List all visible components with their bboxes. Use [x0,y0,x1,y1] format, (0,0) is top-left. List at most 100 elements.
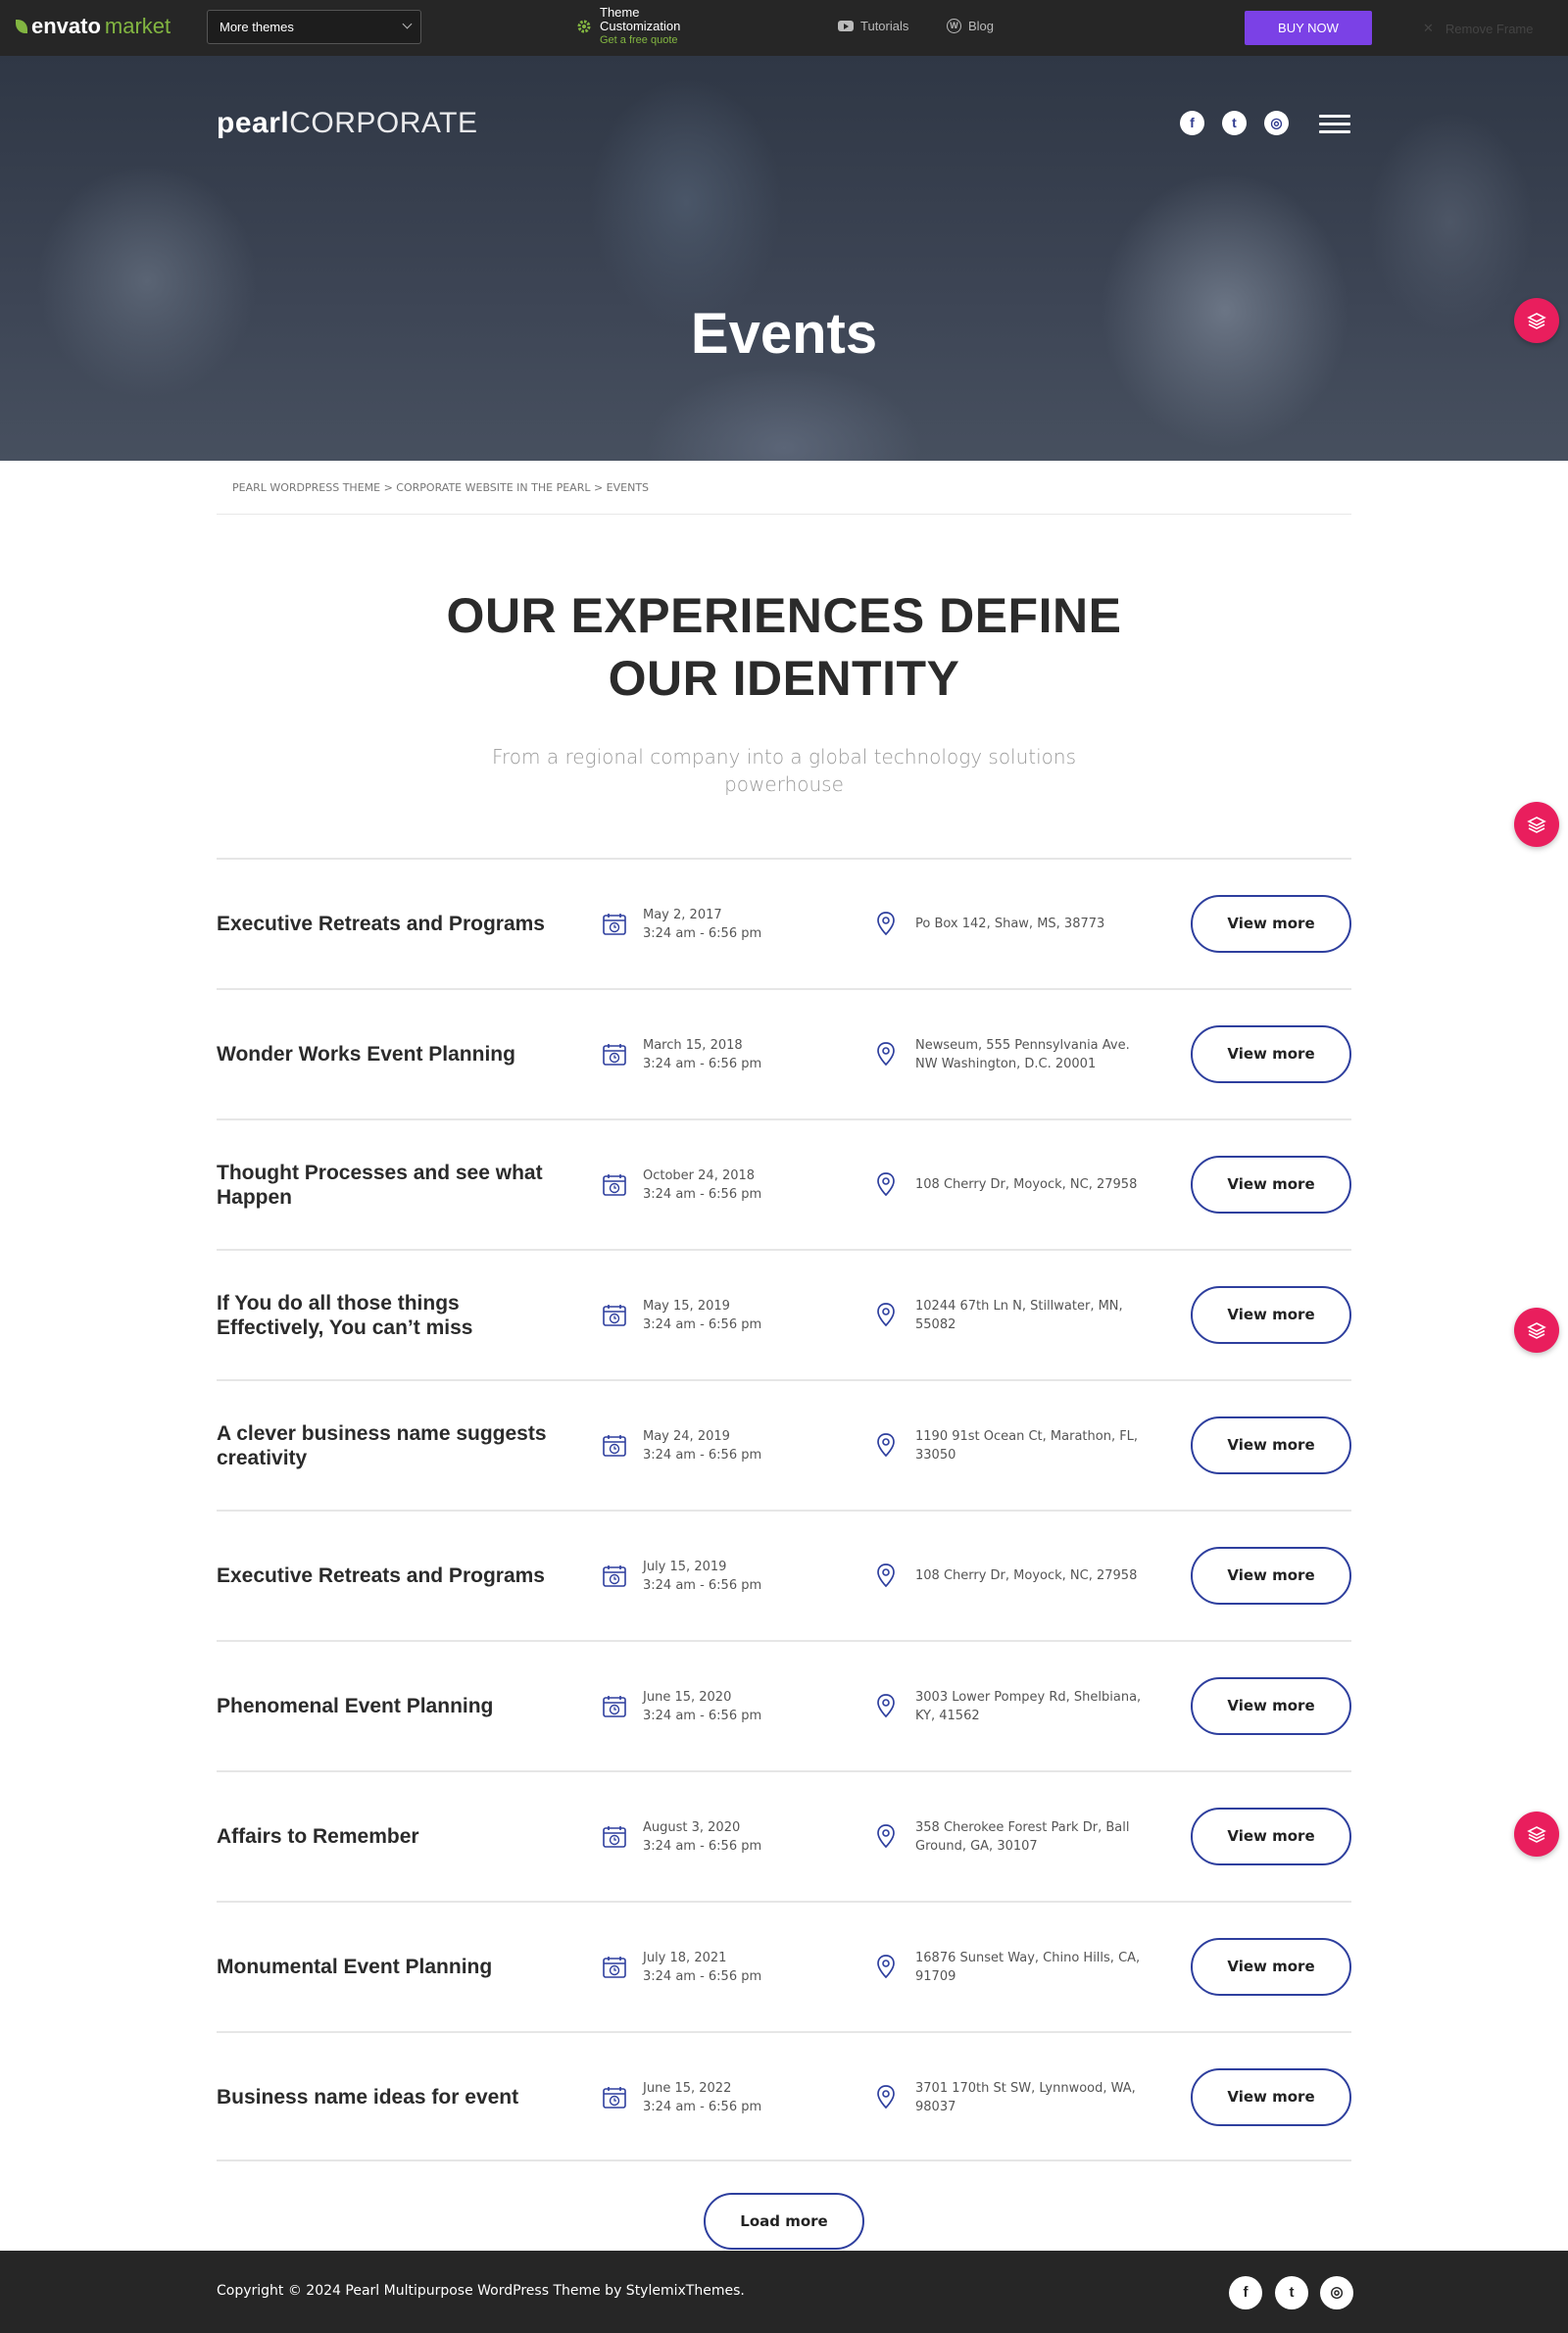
event-date: May 15, 2019 [643,1298,730,1314]
event-title[interactable]: Executive Retreats and Programs [217,860,569,988]
event-time: 3:24 am - 6:56 pm [643,1447,762,1463]
layers-icon [1527,1322,1546,1339]
hero-banner: pearlCORPORATE f t ◎ Events [0,56,1568,461]
more-themes-select[interactable]: More themes [207,10,421,44]
facebook-icon[interactable]: f [1229,2276,1262,2309]
event-datetime: March 15, 2018 3:24 am - 6:56 pm [643,990,868,1118]
copyright-text: Copyright © 2024 Pearl Multipurpose Word… [217,2283,745,2299]
tutorials-link[interactable]: Tutorials [838,19,908,33]
events-list: Executive Retreats and Programs May 2, 2… [217,858,1351,2161]
twitter-icon[interactable]: t [1275,2276,1308,2309]
remove-frame-label: Remove Frame [1445,21,1534,36]
menu-icon[interactable] [1319,115,1350,134]
breadcrumb-divider [217,514,1351,515]
view-more-button[interactable]: View more [1191,1025,1351,1083]
envato-logo-market: market [104,14,172,38]
event-location: 16876 Sunset Way, Chino Hills, CA, 91709 [915,1950,1141,1984]
facebook-icon[interactable]: f [1180,111,1204,135]
event-location: Newseum, 555 Pennsylvania Ave. NW Washin… [915,1037,1130,1071]
event-date: June 15, 2020 [643,1689,732,1705]
event-location: 358 Cherokee Forest Park Dr, Ball Ground… [915,1819,1130,1854]
event-title[interactable]: Phenomenal Event Planning [217,1642,569,1770]
event-time: 3:24 am - 6:56 pm [643,1186,762,1202]
buy-now-button[interactable]: BUY NOW [1245,11,1372,45]
chevron-down-icon [402,19,413,29]
event-datetime: July 18, 2021 3:24 am - 6:56 pm [643,1903,868,2031]
event-row: If You do all those things Effectively, … [217,1249,1351,1379]
map-pin-icon [877,912,895,936]
calendar-clock-icon [603,914,626,935]
map-pin-icon [877,1172,895,1197]
event-time: 3:24 am - 6:56 pm [643,1056,762,1071]
breadcrumb[interactable]: PEARL WORDPRESS THEME > CORPORATE WEBSIT… [232,481,649,494]
event-time: 3:24 am - 6:56 pm [643,925,762,941]
layers-icon [1527,817,1546,833]
calendar-clock-icon [603,1435,626,1457]
map-pin-icon [877,2085,895,2110]
event-location: 108 Cherry Dr, Moyock, NC, 27958 [915,1177,1138,1192]
map-pin-icon [877,1694,895,1718]
theme-customization-label: Theme Customization [600,5,681,33]
event-time: 3:24 am - 6:56 pm [643,1838,762,1854]
calendar-clock-icon [603,1565,626,1587]
twitter-icon[interactable]: t [1222,111,1247,135]
side-widget-2[interactable] [1514,802,1559,847]
leaf-icon [16,20,27,33]
view-more-button[interactable]: View more [1191,1286,1351,1344]
view-more-button[interactable]: View more [1191,1677,1351,1735]
event-title[interactable]: A clever business name suggests creativi… [217,1381,569,1510]
calendar-clock-icon [603,1696,626,1717]
view-more-button[interactable]: View more [1191,2068,1351,2126]
instagram-icon[interactable]: ◎ [1320,2276,1353,2309]
view-more-button[interactable]: View more [1191,1156,1351,1214]
event-datetime: August 3, 2020 3:24 am - 6:56 pm [643,1772,868,1901]
view-more-button[interactable]: View more [1191,895,1351,953]
event-datetime: October 24, 2018 3:24 am - 6:56 pm [643,1120,868,1249]
event-title[interactable]: Executive Retreats and Programs [217,1512,569,1640]
event-title[interactable]: If You do all those things Effectively, … [217,1251,569,1379]
view-more-button[interactable]: View more [1191,1547,1351,1605]
section-title-line2: OUR IDENTITY [608,651,960,706]
event-datetime: May 24, 2019 3:24 am - 6:56 pm [643,1381,868,1510]
layers-icon [1527,313,1546,329]
theme-customization-link[interactable]: Theme Customization Get a free quote [576,5,681,47]
event-title[interactable]: Wonder Works Event Planning [217,990,569,1118]
envato-logo[interactable]: envato market [16,14,171,39]
site-logo[interactable]: pearlCORPORATE [217,107,478,140]
view-more-button[interactable]: View more [1191,1416,1351,1474]
calendar-clock-icon [603,1305,626,1326]
side-widget-1[interactable] [1514,298,1559,343]
view-more-button[interactable]: View more [1191,1938,1351,1996]
event-title[interactable]: Thought Processes and see what Happen [217,1120,569,1249]
event-time: 3:24 am - 6:56 pm [643,1577,762,1593]
event-title[interactable]: Affairs to Remember [217,1772,569,1901]
calendar-clock-icon [603,2087,626,2109]
event-title[interactable]: Monumental Event Planning [217,1903,569,2031]
calendar-clock-icon [603,1826,626,1848]
map-pin-icon [877,1433,895,1458]
page-title: Events [690,302,878,366]
event-date: May 24, 2019 [643,1428,730,1444]
section-title-line1: OUR EXPERIENCES DEFINE [446,588,1122,643]
map-pin-icon [877,1042,895,1067]
event-location: 108 Cherry Dr, Moyock, NC, 27958 [915,1568,1138,1583]
calendar-clock-icon [603,1957,626,1978]
youtube-icon [838,21,854,31]
instagram-icon[interactable]: ◎ [1264,111,1289,135]
gear-icon [577,20,591,33]
side-widget-4[interactable] [1514,1812,1559,1857]
section-title: OUR EXPERIENCES DEFINE OUR IDENTITY [0,584,1568,710]
free-quote-label: Get a free quote [600,34,678,46]
event-date: March 15, 2018 [643,1037,743,1053]
view-more-button[interactable]: View more [1191,1808,1351,1865]
event-time: 3:24 am - 6:56 pm [643,1316,762,1332]
logo-bold: pearl [217,107,290,139]
map-pin-icon [877,1824,895,1849]
remove-frame-link[interactable]: ✕ Remove Frame [1423,21,1533,36]
side-widget-3[interactable] [1514,1308,1559,1353]
event-row: Thought Processes and see what Happen Oc… [217,1118,1351,1249]
event-location: 1190 91st Ocean Ct, Marathon, FL, 33050 [915,1428,1139,1463]
blog-link[interactable]: W Blog [947,19,994,33]
event-title[interactable]: Business name ideas for event [217,2033,569,2161]
load-more-button[interactable]: Load more [704,2193,864,2250]
